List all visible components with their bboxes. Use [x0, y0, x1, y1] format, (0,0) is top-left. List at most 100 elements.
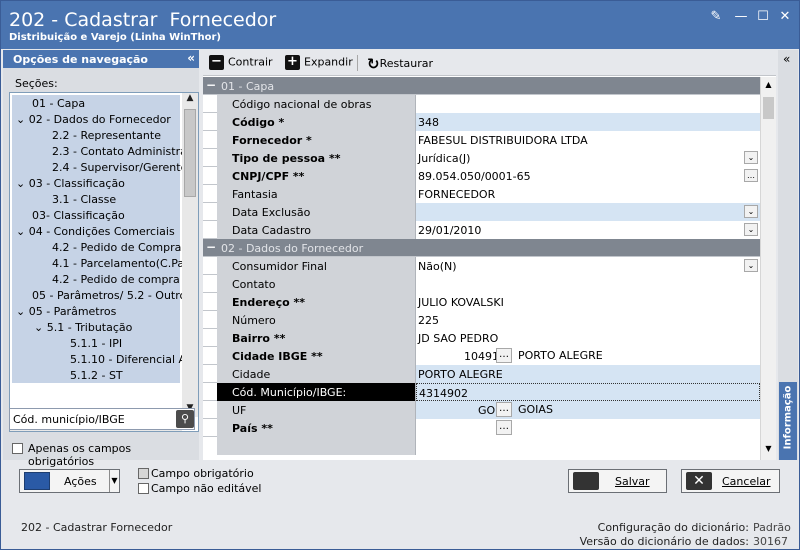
field-value[interactable]: 4314902 — [416, 383, 760, 401]
tree-item[interactable]: ⌄ 03 - Classificação — [12, 175, 180, 191]
tree-item[interactable]: 5.1.1 - IPI — [12, 335, 180, 351]
field-row — [203, 437, 760, 455]
field-row: Bairro ** JD SAO PEDRO — [203, 329, 760, 347]
tree-item[interactable]: 05 - Parâmetros/ 5.2 - Outros — [12, 287, 192, 303]
city-code: 10491 — [464, 350, 499, 363]
field-value[interactable]: Não(N) ⌄ — [416, 257, 760, 275]
tree-item[interactable]: 3.1 - Classe — [12, 191, 180, 207]
tree-item[interactable]: 03- Classificação — [12, 207, 180, 223]
tree-item[interactable]: ⌄ 04 - Condições Comerciais — [12, 223, 180, 239]
chevron-down-icon[interactable]: ⌄ — [16, 177, 29, 190]
tree-item[interactable]: ⌄ 05 - Parâmetros — [12, 303, 180, 319]
minus-icon[interactable]: − — [206, 78, 216, 92]
tree-item[interactable]: 5.1.10 - Diferencial Alíquota — [12, 351, 198, 367]
field-value[interactable] — [416, 437, 760, 455]
minus-icon: − — [209, 55, 224, 70]
tree-item[interactable]: ⌄ 5.1 - Tributação — [12, 319, 180, 335]
ellipsis-icon[interactable]: … — [496, 348, 512, 363]
chevron-down-icon[interactable]: ⌄ — [744, 259, 758, 272]
scroll-down-icon[interactable]: ▼ — [761, 444, 776, 458]
field-value[interactable]: 29/01/2010 ⌄ — [416, 221, 760, 239]
navigation-header-label: Opções de navegação — [13, 53, 148, 66]
field-value[interactable]: JULIO KOVALSKI — [416, 293, 760, 311]
tree-vertical-scrollbar[interactable]: ▲ ▼ — [182, 93, 198, 417]
minus-icon[interactable]: − — [206, 240, 216, 254]
restore-button[interactable]: ↻Restaurar — [367, 55, 433, 73]
tree-item[interactable]: 4.2 - Pedido de compra — [12, 271, 180, 287]
close-icon[interactable]: ✕ — [778, 10, 792, 24]
info-tab[interactable]: Informação — [779, 382, 797, 460]
collapse-button[interactable]: − Contrair — [209, 55, 273, 71]
edit-icon[interactable]: ✎ — [709, 10, 723, 24]
field-value[interactable]: GO … GOIAS — [416, 401, 760, 419]
expand-button[interactable]: + Expandir — [285, 55, 353, 71]
cancel-button[interactable]: ✕ Cancelar — [681, 469, 780, 493]
navigation-panel: Opções de navegação « Seções: 01 - Capa … — [3, 50, 199, 468]
field-value[interactable]: 348 — [416, 113, 760, 131]
only-required-checkbox[interactable] — [12, 443, 23, 454]
scroll-up-icon[interactable]: ▲ — [182, 93, 198, 107]
tree-item[interactable]: ⌄ 02 - Dados do Fornecedor — [12, 111, 180, 127]
collapse-panel-icon[interactable]: « — [187, 51, 195, 65]
field-value[interactable]: 225 — [416, 311, 760, 329]
section-header-dados-fornecedor[interactable]: −02 - Dados do Fornecedor — [203, 239, 760, 257]
tree-scroll-thumb[interactable] — [184, 109, 196, 197]
chevron-down-icon[interactable]: ⌄ — [744, 151, 758, 164]
grid-vertical-scrollbar[interactable]: ▲ ▼ — [760, 77, 776, 460]
tree-item[interactable]: 4.2 - Pedido de Compra — [12, 239, 181, 255]
expand-panel-icon[interactable]: « — [783, 52, 790, 66]
toolbar-divider — [357, 55, 358, 71]
tree-item[interactable]: 2.3 - Contato Administrativo — [12, 143, 198, 159]
info-tab-label: Informação — [782, 385, 794, 450]
tree-item-label: 5.1 - Tributação — [46, 321, 133, 334]
section-header-capa[interactable]: −01 - Capa — [203, 77, 760, 95]
chevron-down-icon[interactable]: ⌄ — [16, 305, 29, 318]
chevron-down-icon[interactable]: ⌄ — [34, 321, 47, 334]
field-value[interactable]: … — [416, 419, 760, 437]
collapse-label: Contrair — [228, 55, 273, 69]
ellipsis-icon[interactable]: … — [496, 420, 512, 435]
chevron-down-icon[interactable]: ⌄ — [744, 205, 758, 218]
chevron-down-icon[interactable]: ⌄ — [16, 225, 29, 238]
field-value[interactable]: JD SAO PEDRO — [416, 329, 760, 347]
actions-button[interactable]: Ações ▼ — [19, 469, 120, 493]
maximize-icon[interactable]: ☐ — [756, 10, 770, 24]
field-row: Contato — [203, 275, 760, 293]
field-value[interactable]: PORTO ALEGRE — [416, 365, 760, 383]
minimize-icon[interactable]: — — [734, 10, 748, 24]
tree-item-label: 2.4 - Supervisor/Gerente — [52, 161, 188, 174]
scroll-up-icon[interactable]: ▲ — [761, 80, 776, 94]
field-value[interactable] — [416, 95, 760, 113]
field-value[interactable]: Jurídica(J) ⌄ — [416, 149, 760, 167]
field-value[interactable]: ⌄ — [416, 203, 760, 221]
field-label: Fantasia — [217, 185, 416, 203]
field-row: UF GO … GOIAS — [203, 401, 760, 419]
field-row: Data Cadastro 29/01/2010 ⌄ — [203, 221, 760, 239]
field-value[interactable]: 89.054.050/0001-65… — [416, 167, 760, 185]
tree-item[interactable]: 01 - Capa — [12, 95, 180, 111]
section-search-input[interactable]: Cód. município/IBGE — [9, 408, 195, 430]
ellipsis-icon[interactable]: … — [744, 169, 758, 182]
field-value[interactable]: FORNECEDOR — [416, 185, 760, 203]
field-label: Cód. Município/IBGE: — [217, 383, 416, 401]
search-icon[interactable]: ⚲ — [176, 410, 194, 428]
chevron-down-icon[interactable]: ⌄ — [16, 113, 29, 126]
field-value[interactable] — [416, 275, 760, 293]
field-row: Fantasia FORNECEDOR — [203, 185, 760, 203]
chevron-down-icon[interactable]: ▼ — [109, 470, 119, 492]
save-button[interactable]: Salvar — [568, 469, 667, 493]
uf-code: GO — [478, 404, 496, 417]
restore-icon: ↻ — [367, 55, 380, 73]
field-label: Contato — [217, 275, 416, 293]
chevron-down-icon[interactable]: ⌄ — [744, 223, 758, 236]
tree-item[interactable]: 4.1 - Parcelamento(C.Pagar) — [12, 255, 198, 271]
field-label: Cidade — [217, 365, 416, 383]
ellipsis-icon[interactable]: … — [496, 402, 512, 417]
tree-item[interactable]: 2.4 - Supervisor/Gerente — [12, 159, 187, 175]
field-value[interactable]: FABESUL DISTRIBUIDORA LTDA — [416, 131, 760, 149]
tree-item[interactable]: 5.1.2 - ST — [12, 367, 180, 383]
sections-tree[interactable]: 01 - Capa ⌄ 02 - Dados do Fornecedor 2.2… — [9, 92, 199, 432]
tree-item[interactable]: 2.2 - Representante — [12, 127, 180, 143]
grid-scroll-thumb[interactable] — [763, 97, 774, 119]
field-value[interactable]: 10491 … PORTO ALEGRE — [416, 347, 760, 365]
